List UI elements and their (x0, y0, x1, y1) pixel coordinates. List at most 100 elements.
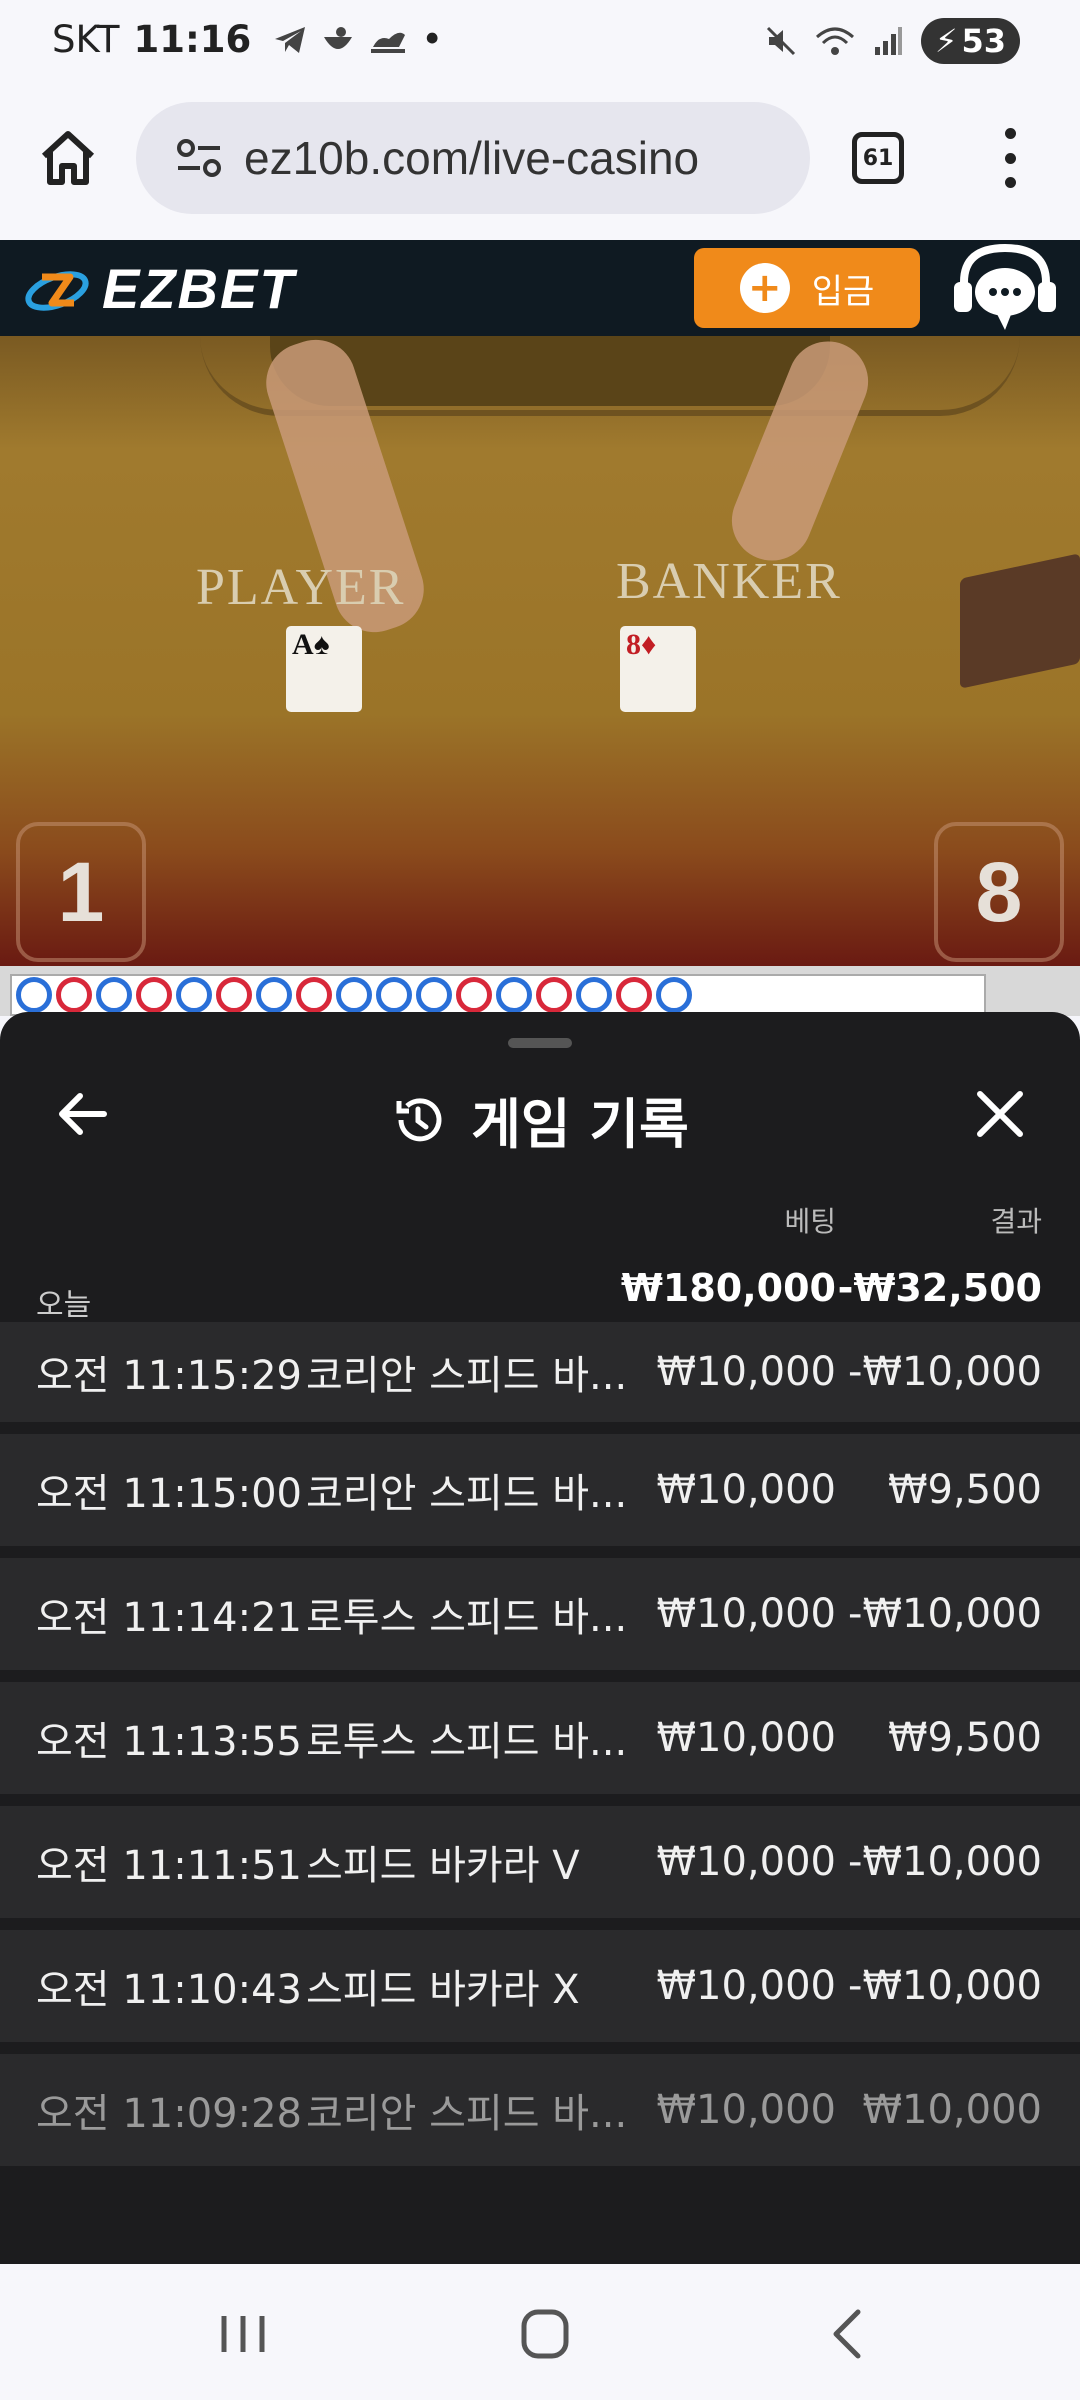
history-row[interactable]: 오전 11:10:43 스피드 바카라 X ₩10,000 -₩10,000 (0, 1930, 1080, 2042)
bead-blue (336, 977, 372, 1013)
row-game: 스피드 바카라 X (306, 1967, 580, 2013)
game-history-sheet: 게임 기록 베팅 결과 오늘 ₩180,000 -₩32,500 오전 11:1… (0, 1012, 1080, 2264)
recent-apps-icon[interactable] (208, 2304, 278, 2364)
bead-blue (656, 977, 692, 1013)
row-time: 오전 11:14:21 (36, 1595, 302, 1641)
row-result: -₩10,000 (848, 1963, 1042, 2009)
row-game: 로투스 스피드 바... (306, 1719, 628, 1765)
sheet-drag-handle[interactable] (508, 1038, 572, 1048)
history-row[interactable]: 오전 11:13:55 로투스 스피드 바... ₩10,000 ₩9,500 (0, 1682, 1080, 1794)
close-icon[interactable] (972, 1086, 1028, 1142)
deposit-button[interactable]: + 입금 (694, 248, 920, 328)
player-card-suit: ♠ (313, 628, 330, 661)
app-icon (324, 26, 353, 49)
row-result: ₩9,500 (887, 1715, 1042, 1761)
signal-icon (875, 27, 902, 55)
row-result: ₩9,500 (887, 1467, 1042, 1513)
wifi-icon (816, 27, 854, 55)
bead-red (216, 977, 252, 1013)
today-result-total: -₩32,500 (837, 1266, 1042, 1310)
row-bet: ₩10,000 (656, 1467, 836, 1513)
row-time: 오전 11:15:00 (36, 1471, 302, 1517)
support-chat-icon[interactable] (950, 240, 1060, 336)
player-score: 1 (16, 822, 146, 962)
bead-red (536, 977, 572, 1013)
clock: 11:16 (133, 18, 252, 61)
row-time: 오전 11:11:51 (36, 1843, 302, 1889)
history-row[interactable]: 오전 11:14:21 로투스 스피드 바... ₩10,000 -₩10,00… (0, 1558, 1080, 1670)
bead-blue (496, 977, 532, 1013)
row-result: -₩10,000 (848, 1839, 1042, 1885)
row-bet: ₩10,000 (656, 1963, 836, 2009)
banker-card-suit: ♦ (641, 628, 657, 661)
live-video-stream[interactable]: PLAYER BANKER A♠ 8♦ 1 8 (0, 336, 1080, 966)
status-bar: SKT 11:16 • ⚡ 53 (0, 0, 1080, 80)
status-right: ⚡ 53 (765, 18, 1020, 64)
player-area-label: PLAYER (196, 559, 406, 616)
system-nav-bar (0, 2264, 1080, 2400)
history-icon (396, 1097, 442, 1141)
row-time: 오전 11:15:29 (36, 1353, 302, 1399)
row-game: 스피드 바카라 V (306, 1843, 580, 1889)
tab-switcher-button[interactable]: 61 (852, 132, 904, 184)
column-result: 결과 (990, 1205, 1042, 1238)
battery-icon: ⚡ 53 (921, 18, 1020, 64)
row-game: 코리안 스피드 바... (306, 1353, 628, 1399)
today-bet-total: ₩180,000 (621, 1266, 836, 1310)
row-time: 오전 11:13:55 (36, 1719, 302, 1765)
today-summary: 오늘 ₩180,000 -₩32,500 (0, 1264, 1080, 1323)
row-bet: ₩10,000 (656, 1591, 836, 1637)
telegram-icon (275, 26, 306, 53)
sheet-title: 게임 기록 (0, 1080, 1080, 1159)
app-icon-2 (371, 32, 406, 53)
column-headers: 베팅 결과 (0, 1200, 1080, 1240)
bead-red (456, 977, 492, 1013)
site-settings-icon[interactable] (176, 138, 222, 178)
home-nav-icon[interactable] (510, 2304, 580, 2364)
player-card-rank: A (292, 628, 314, 661)
bead-blue (16, 977, 52, 1013)
row-game: 로투스 스피드 바... (306, 1595, 628, 1641)
row-bet: ₩10,000 (656, 2087, 836, 2133)
screen: SKT 11:16 • ⚡ 53 ez10b.com/live-casino 6… (0, 0, 1080, 2400)
bead-blue (96, 977, 132, 1013)
history-row[interactable]: 오전 11:15:29 코리안 스피드 바... ₩10,000 -₩10,00… (0, 1322, 1080, 1422)
home-icon[interactable] (38, 128, 98, 188)
row-bet: ₩10,000 (656, 1715, 836, 1761)
row-result: -₩10,000 (848, 1591, 1042, 1637)
logo-mark-icon (25, 270, 89, 311)
bead-red (296, 977, 332, 1013)
player-card: A♠ (286, 626, 362, 712)
row-time: 오전 11:10:43 (36, 1967, 302, 2013)
back-nav-icon[interactable] (812, 2304, 882, 2364)
site-header: EZBET + 입금 (0, 240, 1080, 336)
column-bet: 베팅 (784, 1205, 836, 1238)
ezbet-logo[interactable]: EZBET (22, 256, 296, 321)
history-list: 오전 11:15:29 코리안 스피드 바... ₩10,000 -₩10,00… (0, 1322, 1080, 2178)
row-bet: ₩10,000 (656, 1349, 836, 1395)
history-row[interactable]: 오전 11:15:00 코리안 스피드 바... ₩10,000 ₩9,500 (0, 1434, 1080, 1546)
row-game: 코리안 스피드 바... (306, 2091, 628, 2137)
history-row[interactable]: 오전 11:09:28 코리안 스피드 바... ₩10,000 ₩10,000 (0, 2054, 1080, 2166)
battery-level: 53 (961, 22, 1006, 60)
browser-toolbar: ez10b.com/live-casino 61 (0, 80, 1080, 240)
banker-score: 8 (934, 822, 1064, 962)
more-menu-icon[interactable] (990, 128, 1030, 188)
carrier-label: SKT (52, 18, 120, 61)
bead-road[interactable] (0, 966, 1080, 1016)
bead-red (136, 977, 172, 1013)
bead-road-grid (10, 974, 986, 1016)
today-label: 오늘 (36, 1288, 92, 1323)
history-row[interactable]: 오전 11:11:51 스피드 바카라 V ₩10,000 -₩10,000 (0, 1806, 1080, 1918)
address-bar[interactable]: ez10b.com/live-casino (136, 102, 810, 214)
bead-blue (416, 977, 452, 1013)
row-game: 코리안 스피드 바... (306, 1471, 628, 1517)
status-left: SKT 11:16 • (52, 18, 443, 61)
plus-icon: + (739, 263, 790, 313)
row-result: -₩10,000 (848, 1349, 1042, 1395)
url-text: ez10b.com/live-casino (244, 132, 700, 184)
sheet-title-text: 게임 기록 (471, 1093, 689, 1156)
bead-blue (376, 977, 412, 1013)
notification-icons: • (273, 18, 443, 61)
charging-icon: ⚡ (935, 22, 958, 60)
